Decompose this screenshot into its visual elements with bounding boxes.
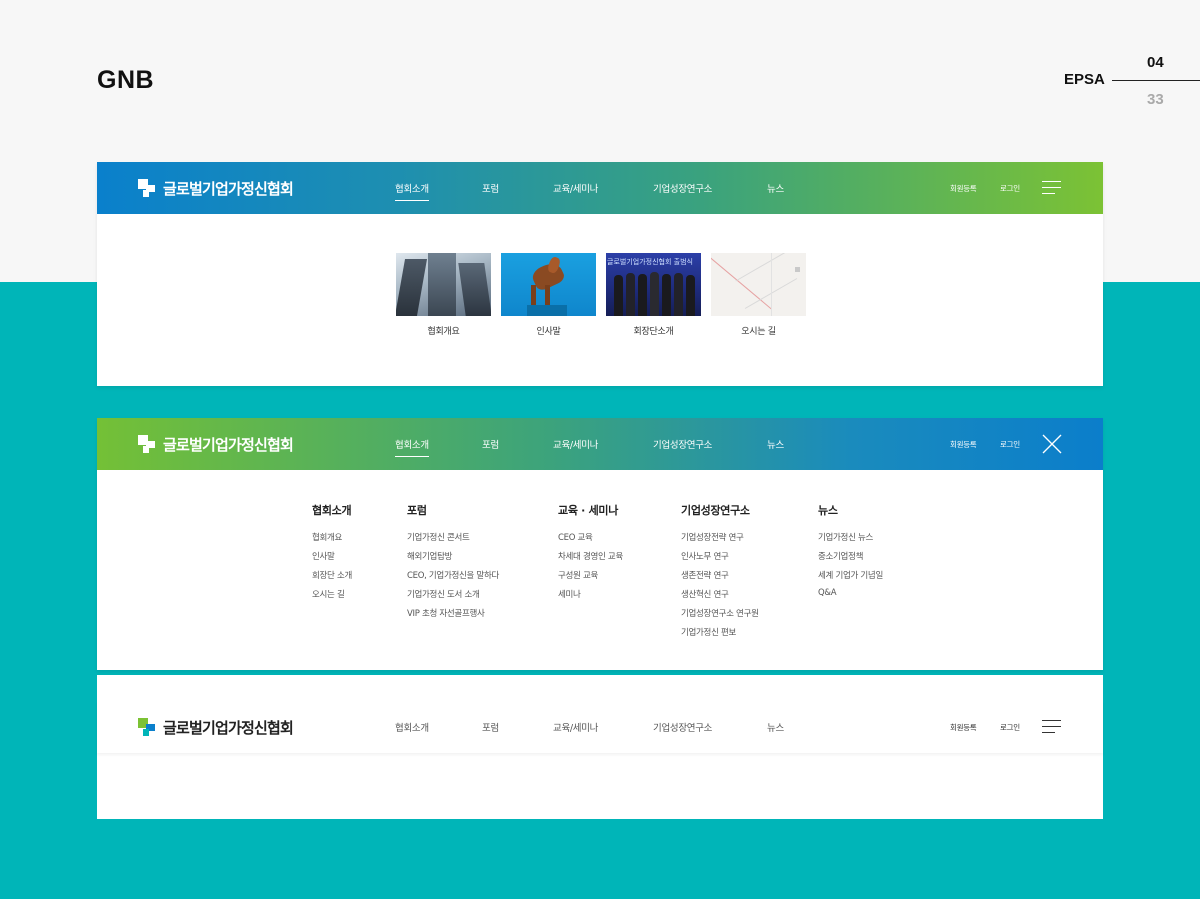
mega-menu-heading[interactable]: 협회소개 bbox=[312, 502, 352, 518]
logo-mark-icon bbox=[138, 718, 156, 736]
login-link[interactable]: 로그인 bbox=[1000, 722, 1020, 733]
mega-menu-heading[interactable]: 뉴스 bbox=[818, 502, 883, 518]
menu-item-about[interactable]: 협회소개 bbox=[395, 720, 429, 734]
thumb-label: 오시는 길 bbox=[741, 327, 776, 337]
gnb-variant-submenu: 글로벌기업가정신협회 협회소개 포럼 교육/세미나 기업성장연구소 뉴스 회원등… bbox=[97, 162, 1103, 386]
mega-menu-link[interactable]: 오시는 길 bbox=[312, 588, 352, 607]
group-photo-image: 글로벌기업가정신협회 출범식 bbox=[606, 253, 701, 316]
mega-menu-link[interactable]: 인사말 bbox=[312, 550, 352, 569]
mega-menu-heading[interactable]: 기업성장연구소 bbox=[681, 502, 759, 518]
page-number-total: 33 bbox=[1147, 91, 1164, 108]
menu-item-education[interactable]: 교육/세미나 bbox=[553, 437, 598, 451]
menu-item-institute[interactable]: 기업성장연구소 bbox=[653, 720, 712, 734]
mega-menu-link[interactable]: VIP 초청 자선골프행사 bbox=[407, 607, 499, 626]
register-link[interactable]: 회원등록 bbox=[950, 183, 977, 194]
menu-item-forum[interactable]: 포럼 bbox=[482, 437, 499, 451]
gnb-variant-megamenu: 글로벌기업가정신협회 협회소개 포럼 교육/세미나 기업성장연구소 뉴스 회원등… bbox=[97, 418, 1103, 670]
logo-mark-icon bbox=[138, 179, 156, 197]
mega-menu-column-forum: 포럼 기업가정신 콘서트 해외기업탐방 CEO, 기업가정신을 말하다 기업가정… bbox=[407, 502, 499, 626]
gnb-bar: 글로벌기업가정신협회 협회소개 포럼 교육/세미나 기업성장연구소 뉴스 회원등… bbox=[97, 162, 1103, 214]
page-title: GNB bbox=[97, 66, 155, 94]
mega-menu-link[interactable]: 구성원 교육 bbox=[558, 569, 623, 588]
menu-item-forum[interactable]: 포럼 bbox=[482, 720, 499, 734]
mega-menu-link[interactable]: 인사노무 연구 bbox=[681, 550, 759, 569]
map-image bbox=[711, 253, 806, 316]
mega-menu-link[interactable]: 기업성장연구소 연구원 bbox=[681, 607, 759, 626]
mega-menu-link[interactable]: 해외기업탐방 bbox=[407, 550, 499, 569]
mega-menu-link[interactable]: 생산혁신 연구 bbox=[681, 588, 759, 607]
menu-item-about[interactable]: 협회소개 bbox=[395, 181, 429, 201]
thumb-label: 인사말 bbox=[536, 327, 561, 337]
thumb-label: 회장단소개 bbox=[633, 327, 674, 337]
logo-text: 글로벌기업가정신협회 bbox=[163, 718, 294, 737]
hamburger-menu-icon[interactable] bbox=[1042, 180, 1061, 195]
mega-menu-link[interactable]: CEO 교육 bbox=[558, 531, 623, 550]
mega-menu-link[interactable]: 차세대 경영인 교육 bbox=[558, 550, 623, 569]
gnb-bar: 글로벌기업가정신협회 협회소개 포럼 교육/세미나 기업성장연구소 뉴스 회원등… bbox=[97, 701, 1103, 753]
mega-menu-link[interactable]: 기업가정신 도서 소개 bbox=[407, 588, 499, 607]
logo-text: 글로벌기업가정신협회 bbox=[163, 179, 294, 198]
banner-text: 글로벌기업가정신협회 출범식 bbox=[607, 258, 693, 266]
login-link[interactable]: 로그인 bbox=[1000, 183, 1020, 194]
horse-statue-image bbox=[501, 253, 596, 316]
mega-menu-link[interactable]: 기업성장전략 연구 bbox=[681, 531, 759, 550]
mega-menu-link[interactable]: 협회개요 bbox=[312, 531, 352, 550]
mega-menu-column-about: 협회소개 협회개요 인사말 회장단 소개 오시는 길 bbox=[312, 502, 352, 607]
thumb-card-leaders[interactable]: 글로벌기업가정신협회 출범식 회장단소개 bbox=[606, 253, 701, 337]
mega-menu-link[interactable]: CEO, 기업가정신을 말하다 bbox=[407, 569, 499, 588]
mega-menu-link[interactable]: Q&A bbox=[818, 588, 883, 607]
mega-menu-heading[interactable]: 포럼 bbox=[407, 502, 499, 518]
register-link[interactable]: 회원등록 bbox=[950, 722, 977, 733]
menu-item-education[interactable]: 교육/세미나 bbox=[553, 720, 598, 734]
login-link[interactable]: 로그인 bbox=[1000, 439, 1020, 450]
menu-item-institute[interactable]: 기업성장연구소 bbox=[653, 181, 712, 195]
close-icon[interactable] bbox=[1042, 434, 1062, 454]
logo[interactable]: 글로벌기업가정신협회 bbox=[138, 178, 294, 198]
mega-menu-link[interactable]: 기업가정신 뉴스 bbox=[818, 531, 883, 550]
menu-item-news[interactable]: 뉴스 bbox=[767, 720, 784, 734]
logo-text: 글로벌기업가정신협회 bbox=[163, 435, 294, 454]
mega-menu-link[interactable]: 기업가정신 콘서트 bbox=[407, 531, 499, 550]
gnb-variant-white: 글로벌기업가정신협회 협회소개 포럼 교육/세미나 기업성장연구소 뉴스 회원등… bbox=[97, 675, 1103, 819]
mega-menu-link[interactable]: 세미나 bbox=[558, 588, 623, 607]
submenu-thumbnails: 협회개요 인사말 글로벌기업가정신협회 출범식 회장단소개 오시는 길 bbox=[396, 253, 816, 337]
building-image bbox=[396, 253, 491, 316]
thumb-card-location[interactable]: 오시는 길 bbox=[711, 253, 806, 337]
mega-menu-link[interactable]: 회장단 소개 bbox=[312, 569, 352, 588]
logo-mark-icon bbox=[138, 435, 156, 453]
mega-menu-link[interactable]: 생존전략 연구 bbox=[681, 569, 759, 588]
thumb-card-about[interactable]: 협회개요 bbox=[396, 253, 491, 337]
menu-item-news[interactable]: 뉴스 bbox=[767, 437, 784, 451]
gnb-bar: 글로벌기업가정신협회 협회소개 포럼 교육/세미나 기업성장연구소 뉴스 회원등… bbox=[97, 418, 1103, 470]
menu-item-forum[interactable]: 포럼 bbox=[482, 181, 499, 195]
menu-item-institute[interactable]: 기업성장연구소 bbox=[653, 437, 712, 451]
logo[interactable]: 글로벌기업가정신협회 bbox=[138, 434, 294, 454]
page-number-current: 04 bbox=[1147, 54, 1164, 71]
thumb-card-greeting[interactable]: 인사말 bbox=[501, 253, 596, 337]
menu-item-about[interactable]: 협회소개 bbox=[395, 437, 429, 457]
mega-menu-heading[interactable]: 교육 · 세미나 bbox=[558, 502, 623, 518]
brand-label: EPSA bbox=[1064, 71, 1105, 88]
mega-menu-link[interactable]: 기업가정신 편보 bbox=[681, 626, 759, 645]
register-link[interactable]: 회원등록 bbox=[950, 439, 977, 450]
logo[interactable]: 글로벌기업가정신협회 bbox=[138, 717, 294, 737]
mega-menu-column-education: 교육 · 세미나 CEO 교육 차세대 경영인 교육 구성원 교육 세미나 bbox=[558, 502, 623, 607]
mega-menu-column-institute: 기업성장연구소 기업성장전략 연구 인사노무 연구 생존전략 연구 생산혁신 연… bbox=[681, 502, 759, 645]
divider-line bbox=[1112, 80, 1200, 81]
menu-item-education[interactable]: 교육/세미나 bbox=[553, 181, 598, 195]
mega-menu-link[interactable]: 중소기업정책 bbox=[818, 550, 883, 569]
mega-menu-link[interactable]: 세계 기업가 기념일 bbox=[818, 569, 883, 588]
mega-menu-column-news: 뉴스 기업가정신 뉴스 중소기업정책 세계 기업가 기념일 Q&A bbox=[818, 502, 883, 607]
menu-item-news[interactable]: 뉴스 bbox=[767, 181, 784, 195]
hamburger-menu-icon[interactable] bbox=[1042, 719, 1061, 734]
thumb-label: 협회개요 bbox=[427, 327, 460, 337]
